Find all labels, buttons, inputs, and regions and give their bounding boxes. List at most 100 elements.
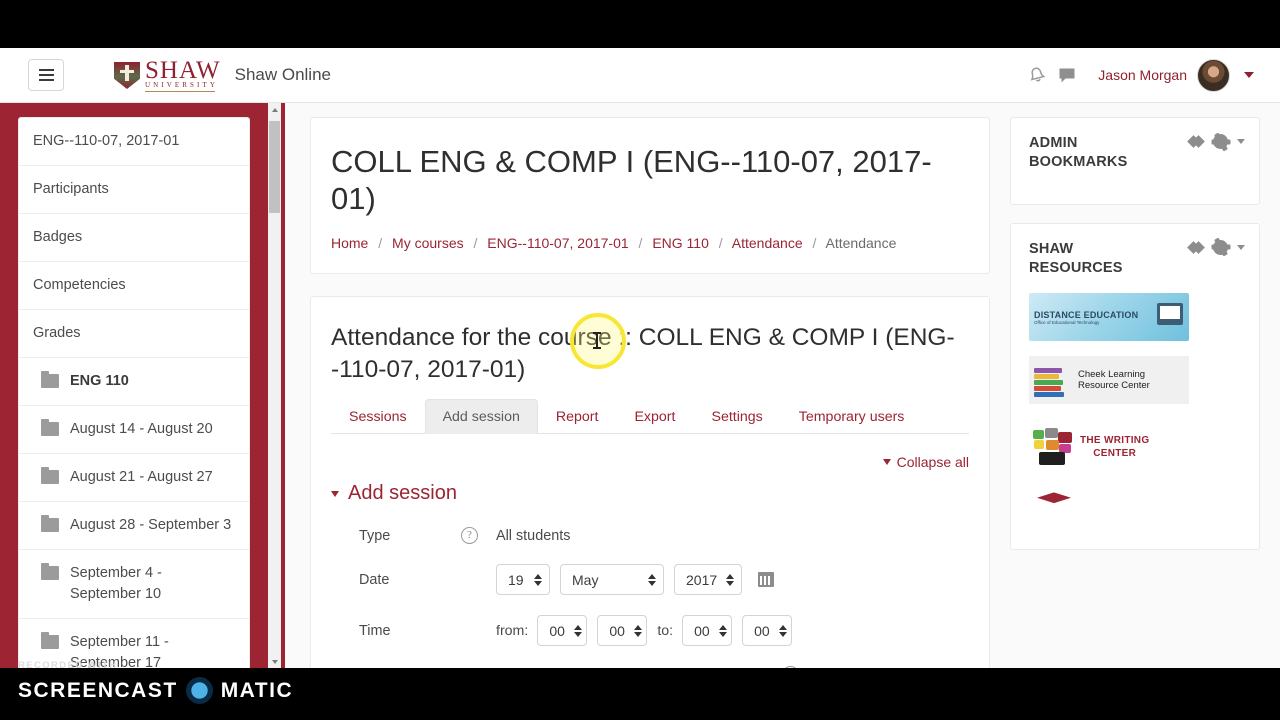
sidebar-item-label: August 14 - August 20 xyxy=(70,421,213,438)
legend-label: Add session xyxy=(348,482,457,505)
sidebar-item-competencies[interactable]: Competencies xyxy=(19,262,249,311)
hamburger-icon xyxy=(38,66,54,84)
spinner-icon xyxy=(573,624,582,637)
tab-add-session[interactable]: Add session xyxy=(424,399,538,435)
block-actions xyxy=(1187,134,1245,149)
spinner-icon xyxy=(726,573,735,586)
distance-education-banner[interactable]: DISTANCE EDUCATION Office of Educational… xyxy=(1029,293,1189,342)
collapse-all-label: Collapse all xyxy=(896,454,969,471)
date-day-select[interactable]: 19 xyxy=(496,564,550,596)
course-index-list: ENG--110-07, 2017-01 Participants Badges… xyxy=(18,117,250,668)
date-label: Date xyxy=(359,571,390,588)
record-dot-icon xyxy=(185,677,213,704)
time-from-hour-value: 00 xyxy=(549,622,565,639)
banner-label: THE WRITING CENTER xyxy=(1080,434,1149,460)
breadcrumb-attendance[interactable]: Attendance xyxy=(732,235,803,251)
time-from-hour-select[interactable]: 00 xyxy=(537,615,588,647)
tab-report[interactable]: Report xyxy=(538,399,617,434)
time-from-minute-select[interactable]: 00 xyxy=(597,615,648,647)
tab-temporary-users[interactable]: Temporary users xyxy=(781,399,923,434)
add-session-legend[interactable]: Add session xyxy=(331,482,969,505)
time-to-hour-select[interactable]: 00 xyxy=(682,615,733,647)
sidebar-item-label: September 4 - September 10 xyxy=(70,565,162,603)
folder-icon xyxy=(41,371,59,389)
sidebar-item-course[interactable]: ENG--110-07, 2017-01 xyxy=(19,118,249,167)
user-name[interactable]: Jason Morgan xyxy=(1098,67,1187,83)
banner-line-1: DISTANCE EDUCATION xyxy=(1034,309,1139,320)
bell-icon[interactable] xyxy=(1022,62,1052,88)
breadcrumb-eng-110[interactable]: ENG 110 xyxy=(652,235,709,251)
block-body xyxy=(1011,186,1259,204)
watermark-brand: SCREENCAST MATIC xyxy=(18,677,330,704)
sidebar-item-eng-110[interactable]: ENG 110 xyxy=(19,358,249,407)
laptop-icon xyxy=(1157,303,1183,326)
menu-toggle-button[interactable] xyxy=(28,59,64,91)
site-name: Shaw Online xyxy=(234,65,331,84)
breadcrumb-my-courses[interactable]: My courses xyxy=(392,235,464,251)
user-menu-chevron-down-icon[interactable] xyxy=(1244,72,1254,78)
the-writing-center-banner[interactable]: THE WRITING CENTER xyxy=(1029,419,1189,476)
graduation-cap-icon xyxy=(1037,492,1071,504)
banner-line-1: THE WRITING xyxy=(1080,435,1150,447)
breadcrumb-current: Attendance xyxy=(825,235,897,252)
sidebar-item-label: ENG 110 xyxy=(70,373,129,390)
spinner-icon xyxy=(778,624,787,637)
sidebar-item-badges[interactable]: Badges xyxy=(19,214,249,263)
sidebar-item-week-3[interactable]: August 28 - September 3 xyxy=(19,502,249,551)
page-header-card: COLL ENG & COMP I (ENG--110-07, 2017-01)… xyxy=(310,117,990,275)
scroll-up-arrow-icon[interactable] xyxy=(268,103,281,116)
date-month-value: May xyxy=(572,571,599,588)
sidebar-item-week-2[interactable]: August 21 - August 27 xyxy=(19,454,249,503)
browser-viewport: SHAW UNIVERSITY Shaw Online Jason Morgan xyxy=(0,48,1280,668)
sidebar-item-participants[interactable]: Participants xyxy=(19,166,249,215)
time-from-minute-value: 00 xyxy=(609,622,625,639)
attendance-tabs: Sessions Add session Report Export Setti… xyxy=(331,399,969,435)
gear-icon[interactable] xyxy=(1213,134,1228,149)
date-year-select[interactable]: 2017 xyxy=(674,564,742,596)
time-to-minute-select[interactable]: 00 xyxy=(742,615,793,647)
sidebar-item-week-4[interactable]: September 4 - September 10 xyxy=(19,550,249,620)
calendar-icon[interactable] xyxy=(758,572,774,588)
scrollbar-thumb[interactable] xyxy=(269,121,280,213)
logo-rule xyxy=(145,91,215,92)
spinner-icon xyxy=(534,573,542,586)
site-brand[interactable]: SHAW UNIVERSITY Shaw Online xyxy=(114,58,331,92)
dock-block-icon[interactable] xyxy=(1187,134,1205,149)
date-month-select[interactable]: May xyxy=(560,564,664,596)
chevron-down-icon[interactable] xyxy=(1237,244,1245,250)
block-actions xyxy=(1187,239,1245,255)
sidebar-item-week-1[interactable]: August 14 - August 20 xyxy=(19,406,249,455)
books-icon xyxy=(1034,361,1072,399)
block-title: SHAW RESOURCES xyxy=(1029,240,1123,276)
collapse-all-row: Collapse all xyxy=(331,454,969,470)
tab-export[interactable]: Export xyxy=(616,399,693,434)
spinner-icon xyxy=(648,573,656,586)
form-row-date: Date 19 May 2017 xyxy=(331,564,969,596)
breadcrumb-home[interactable]: Home xyxy=(331,235,368,251)
banner-line-2: CENTER xyxy=(1093,448,1137,460)
drawer-scrollbar[interactable] xyxy=(268,103,281,668)
folder-icon xyxy=(41,632,59,650)
tab-sessions[interactable]: Sessions xyxy=(331,399,425,434)
graduation-cap-banner[interactable] xyxy=(1029,490,1189,521)
sidebar-item-grades[interactable]: Grades xyxy=(19,310,249,359)
banner-label: Cheek Learning Resource Center xyxy=(1078,369,1150,393)
chevron-down-icon[interactable] xyxy=(1237,139,1245,144)
shaw-wordmark: SHAW UNIVERSITY xyxy=(145,58,221,92)
question-mark-icon[interactable]: ? xyxy=(461,527,478,545)
collapse-all-button[interactable]: Collapse all xyxy=(882,454,969,471)
dock-block-icon[interactable] xyxy=(1187,240,1205,255)
add-session-form: Type ? All students Date 19 May 2017 Tim… xyxy=(331,527,969,668)
sidebar-item-label: August 21 - August 27 xyxy=(70,469,213,486)
watermark-recorded-with: RECORDED WITH xyxy=(18,660,118,671)
chevron-down-icon xyxy=(331,490,339,497)
speech-bubble-icon[interactable] xyxy=(1052,62,1082,88)
avatar[interactable] xyxy=(1197,58,1230,92)
breadcrumb-course[interactable]: ENG--110-07, 2017-01 xyxy=(487,235,628,251)
gear-icon[interactable] xyxy=(1213,239,1228,255)
tab-settings[interactable]: Settings xyxy=(693,399,780,434)
cheek-learning-resource-center-banner[interactable]: Cheek Learning Resource Center xyxy=(1029,356,1189,405)
block-admin-bookmarks: ADMIN BOOKMARKS xyxy=(1010,117,1260,205)
logo-shaw-text: SHAW xyxy=(145,57,221,84)
course-drawer: ENG--110-07, 2017-01 Participants Badges… xyxy=(0,103,285,668)
